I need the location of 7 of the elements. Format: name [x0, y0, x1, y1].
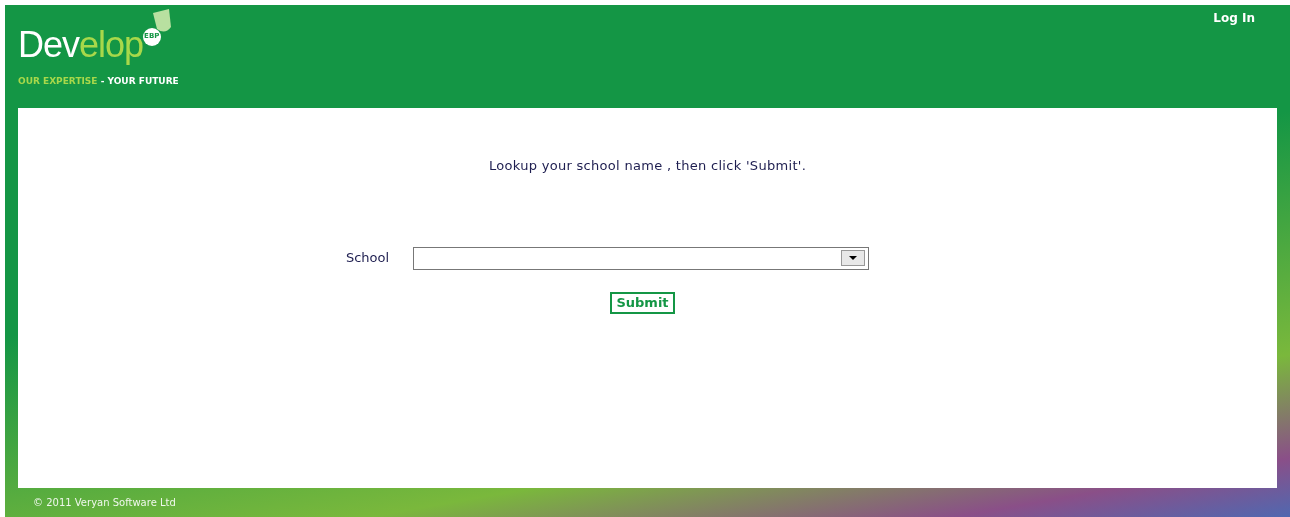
field-label: School: [345, 249, 390, 268]
instruction-text: Lookup your school name , then click 'Submit'.: [488, 157, 807, 175]
copyright-text: © 2011 Veryan Software Ltd: [33, 496, 176, 510]
submit-button[interactable]: Submit: [610, 291, 675, 314]
login-link[interactable]: Log In: [1213, 9, 1255, 27]
school-dropdown[interactable]: [413, 246, 870, 270]
tagline: OUR EXPERTISE - YOUR FUTURE: [18, 76, 179, 86]
